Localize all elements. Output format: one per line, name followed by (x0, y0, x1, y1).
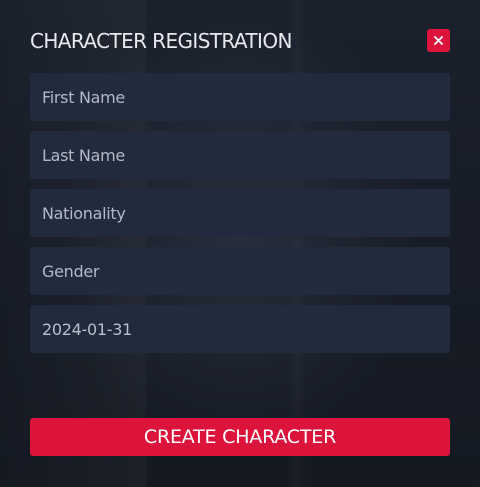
dialog-title: CHARACTER REGISTRATION (30, 29, 292, 53)
gender-input[interactable] (30, 247, 450, 295)
first-name-input[interactable] (30, 73, 450, 121)
close-button[interactable] (427, 29, 450, 52)
date-of-birth-input[interactable] (30, 305, 450, 353)
close-icon (434, 36, 443, 45)
last-name-input[interactable] (30, 131, 450, 179)
nationality-input[interactable] (30, 189, 450, 237)
create-character-button[interactable]: CREATE CHARACTER (30, 418, 450, 456)
character-registration-dialog: CHARACTER REGISTRATION CREATE CHARACTER (0, 0, 480, 487)
